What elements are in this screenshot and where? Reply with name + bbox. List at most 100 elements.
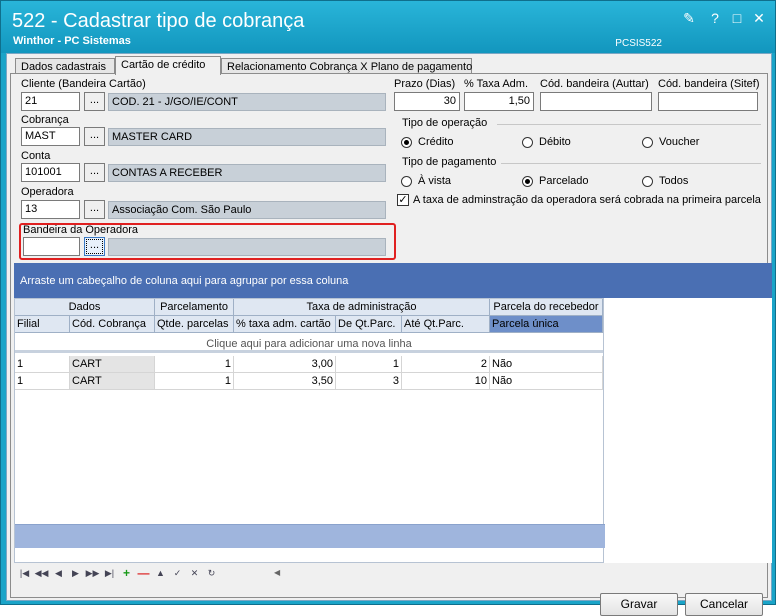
grid-footer (15, 524, 605, 548)
radio-voucher-label: Voucher (659, 136, 700, 148)
radio-parcelado-label: Parcelado (539, 175, 589, 187)
primeira-parcela-checkbox[interactable]: ✓ A taxa de adminstração da operadora ser… (397, 194, 761, 206)
table-cell[interactable]: 3,00 (234, 356, 336, 373)
conta-code-input[interactable]: 101001 (21, 163, 80, 182)
table-cell[interactable]: 1 (15, 356, 70, 373)
col-taxa-adm-cartao[interactable]: % taxa adm. cartão (234, 316, 336, 333)
window-title: 522 - Cadastrar tipo de cobrança (12, 10, 305, 32)
table-cell[interactable]: 10 (402, 373, 490, 390)
window-subtitle: Winthor - PC Sistemas (13, 35, 131, 47)
horizontal-scrollbar[interactable]: ◀ (274, 568, 764, 579)
next-page-icon[interactable]: ▶▶ (85, 566, 100, 580)
add-record-icon[interactable]: + (119, 566, 134, 580)
prazo-label: Prazo (Dias) (394, 78, 456, 90)
first-page-icon[interactable]: |◀ (17, 566, 32, 580)
band-parcelamento[interactable]: Parcelamento (155, 299, 234, 316)
maximize-icon[interactable]: □ (729, 11, 745, 25)
prev-record-icon[interactable]: ◀ (51, 566, 66, 580)
radio-avista-label: À vista (418, 175, 452, 187)
radio-icon (522, 136, 533, 148)
table-cell[interactable]: 3 (336, 373, 402, 390)
col-cod-cobranca[interactable]: Cód. Cobrança (70, 316, 155, 333)
grid-navigator: |◀ ◀◀ ◀ ▶ ▶▶ ▶| + — ▲ ✓ ✕ ↻ ◀ (14, 565, 772, 581)
cancel-record-icon[interactable]: ✕ (187, 566, 202, 580)
col-qtde-parcelas[interactable]: Qtde. parcelas (155, 316, 234, 333)
table-cell[interactable]: 2 (402, 356, 490, 373)
bandeira-label: Bandeira da Operadora (23, 224, 138, 236)
radio-voucher[interactable]: Voucher (642, 136, 699, 148)
operadora-search-button[interactable]: ... (84, 200, 105, 219)
radio-todos-label: Todos (659, 175, 689, 187)
table-cell[interactable]: 1 (336, 356, 402, 373)
prev-page-icon[interactable]: ◀◀ (34, 566, 49, 580)
edit-record-icon[interactable]: ▲ (153, 566, 168, 580)
conta-label: Conta (21, 150, 51, 162)
bandeira-code-input[interactable] (23, 237, 80, 256)
table-cell[interactable]: 3,50 (234, 373, 336, 390)
band-taxa-administracao[interactable]: Taxa de administração (234, 299, 490, 316)
radio-selected-icon (401, 136, 412, 148)
edit-icon[interactable]: ✎ (681, 11, 697, 25)
bandeira-description (108, 238, 386, 256)
cliente-search-button[interactable]: ... (84, 92, 105, 111)
cod-sitef-input[interactable] (658, 92, 758, 111)
radio-debito-label: Débito (539, 136, 571, 148)
taxa-input[interactable]: 1,50 (464, 92, 534, 111)
operadora-code-input[interactable]: 13 (21, 200, 80, 219)
cliente-description: COD. 21 - J/GO/IE/CONT (108, 93, 386, 111)
new-row[interactable]: Clique aqui para adicionar uma nova linh… (15, 336, 603, 353)
table-cell[interactable]: 1 (155, 373, 234, 390)
tab-panel: Cliente (Bandeira Cartão) 21 ... COD. 21… (10, 73, 772, 616)
program-code: PCSIS522 (615, 38, 662, 49)
radio-icon (642, 175, 653, 187)
cobranca-search-button[interactable]: ... (84, 127, 105, 146)
cod-auttar-input[interactable] (540, 92, 652, 111)
band-dados[interactable]: Dados (15, 299, 155, 316)
operadora-label: Operadora (21, 186, 74, 198)
cliente-code-input[interactable]: 21 (21, 92, 80, 111)
table-cell[interactable]: 1 (15, 373, 70, 390)
client-area: Dados cadastrais Cartão de crédito Relac… (6, 53, 772, 616)
table-cell[interactable]: Não (490, 373, 603, 390)
table-cell[interactable]: Não (490, 356, 603, 373)
main-window: 522 - Cadastrar tipo de cobrança Winthor… (0, 0, 776, 616)
close-icon[interactable]: ✕ (751, 11, 767, 25)
refresh-icon[interactable]: ↻ (204, 566, 219, 580)
operadora-description: Associação Com. São Paulo (108, 201, 386, 219)
radio-credito[interactable]: Crédito (401, 136, 453, 148)
data-grid: Dados Parcelamento Taxa de administração… (14, 298, 605, 563)
tipo-operacao-label: Tipo de operação (402, 117, 488, 129)
delete-record-icon[interactable]: — (136, 566, 151, 580)
divider (497, 124, 761, 125)
band-parcela-recebedor[interactable]: Parcela do recebedor (490, 299, 603, 316)
help-icon[interactable]: ? (707, 11, 723, 25)
cod-sitef-label: Cód. bandeira (Sitef) (658, 78, 760, 90)
post-record-icon[interactable]: ✓ (170, 566, 185, 580)
radio-todos[interactable]: Todos (642, 175, 688, 187)
taxa-label: % Taxa Adm. (464, 78, 528, 90)
conta-search-button[interactable]: ... (84, 163, 105, 182)
next-record-icon[interactable]: ▶ (68, 566, 83, 580)
table-cell[interactable]: 1 (155, 356, 234, 373)
cobranca-code-input[interactable]: MAST (21, 127, 80, 146)
col-filial[interactable]: Filial (15, 316, 70, 333)
tipo-pagamento-label: Tipo de pagamento (402, 156, 497, 168)
group-by-panel[interactable]: Arraste um cabeçalho de coluna aqui para… (14, 263, 772, 298)
radio-parcelado[interactable]: Parcelado (522, 175, 589, 187)
radio-icon (642, 136, 653, 148)
col-parcela-unica[interactable]: Parcela única (490, 316, 603, 333)
tab-cartao-de-credito[interactable]: Cartão de crédito (115, 56, 221, 75)
prazo-input[interactable]: 30 (394, 92, 460, 111)
col-de-qt-parc[interactable]: De Qt.Parc. (336, 316, 402, 333)
cliente-label: Cliente (Bandeira Cartão) (21, 78, 146, 90)
radio-debito[interactable]: Débito (522, 136, 571, 148)
col-ate-qt-parc[interactable]: Até Qt.Parc. (402, 316, 490, 333)
last-page-icon[interactable]: ▶| (102, 566, 117, 580)
table-cell[interactable]: CART (70, 356, 155, 373)
radio-icon (401, 175, 412, 187)
radio-avista[interactable]: À vista (401, 175, 451, 187)
bandeira-search-button[interactable]: ... (84, 237, 105, 256)
table-cell[interactable]: CART (70, 373, 155, 390)
radio-selected-icon (522, 175, 533, 187)
checkmark-icon: ✓ (397, 194, 409, 206)
